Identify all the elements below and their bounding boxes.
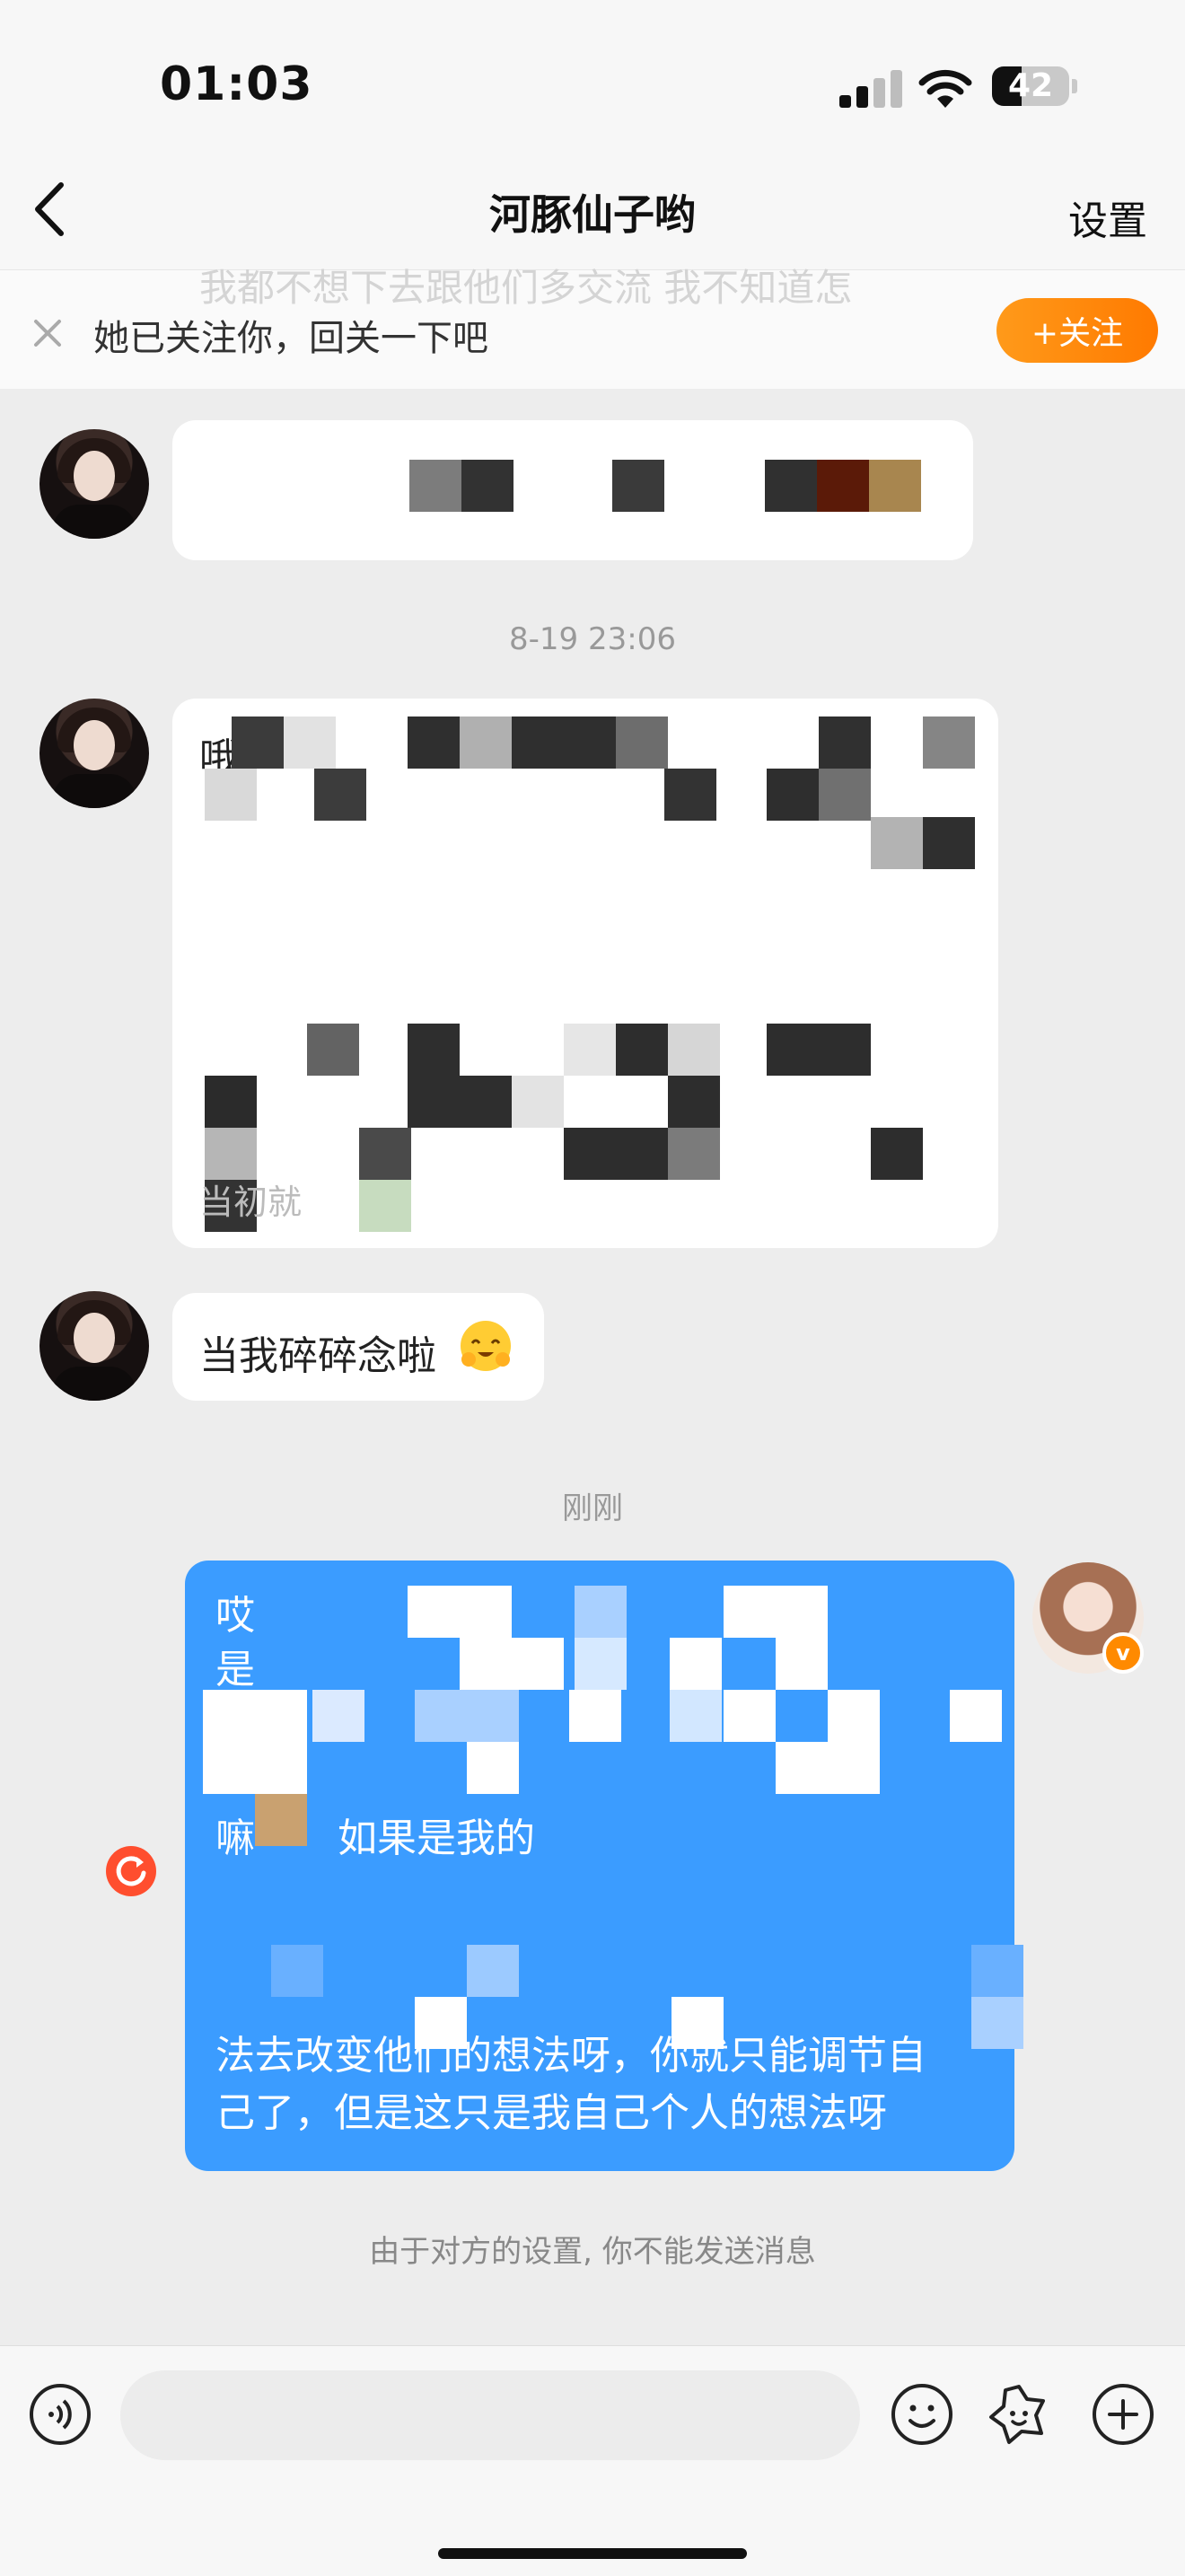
message-text: 当我碎碎念啦 (199, 1333, 436, 1379)
plus-icon[interactable] (1090, 2381, 1156, 2448)
status-time: 01:03 (160, 57, 313, 111)
resend-icon[interactable] (106, 1846, 156, 1896)
sent-message-bubble: 哎 是 嘛 如果是我的 法去改变他们的想法呀，你就只能调节自 己了，但是这只是我… (185, 1561, 1023, 2171)
message-line: 己了，但是这只是我自己个人的想法呀 (215, 2090, 887, 2136)
message-fragment-end: 如果是我的 (338, 1816, 535, 1861)
close-icon[interactable] (25, 311, 70, 356)
settings-button[interactable]: 设置 (1068, 189, 1147, 246)
message-fragment: 嘛 如果是我的 (215, 1810, 535, 1868)
message-first-char: 哎 (215, 1593, 255, 1639)
message-bubble: 当我碎碎念啦 (172, 1293, 544, 1401)
signal-icon (839, 70, 902, 108)
contact-avatar[interactable] (40, 1291, 149, 1401)
battery-level: 42 (1007, 67, 1054, 104)
sticker-icon[interactable] (986, 2381, 1052, 2448)
message-bubble-pixelated (172, 420, 973, 560)
emoji-icon[interactable] (889, 2381, 955, 2448)
chat-title: 河豚仙子哟 (489, 190, 696, 239)
cannot-send-notice: 由于对方的设置, 你不能发送消息 (369, 2234, 816, 2270)
message-line: 法去改变他们的想法呀，你就只能调节自 (215, 2033, 926, 2079)
battery-icon: 42 (992, 66, 1069, 106)
timestamp: 8-19 23:06 (509, 621, 676, 657)
message-fragment-start: 嘛 (215, 1816, 255, 1861)
message-input[interactable] (120, 2370, 860, 2460)
follow-banner-text: 她已关注你，回关一下吧 (93, 318, 488, 359)
verified-badge-icon: v (1102, 1632, 1144, 1674)
follow-button[interactable]: +关注 (996, 298, 1158, 363)
contact-avatar[interactable] (40, 429, 149, 539)
ghost-message-text: 我都不想下去跟他们多交流 我不知道怎 (199, 266, 853, 310)
contact-avatar[interactable] (40, 699, 149, 808)
hugging-face-emoji-icon (461, 1321, 511, 1371)
message-bubble-pixelated: 哦 当初就 (172, 699, 998, 1248)
battery-tip (1072, 79, 1077, 93)
wifi-icon (918, 69, 972, 108)
timestamp: 刚刚 (562, 1490, 623, 1526)
voice-icon[interactable] (27, 2381, 93, 2448)
message-fragment: 当初就 (199, 1182, 303, 1222)
home-indicator (438, 2548, 747, 2559)
